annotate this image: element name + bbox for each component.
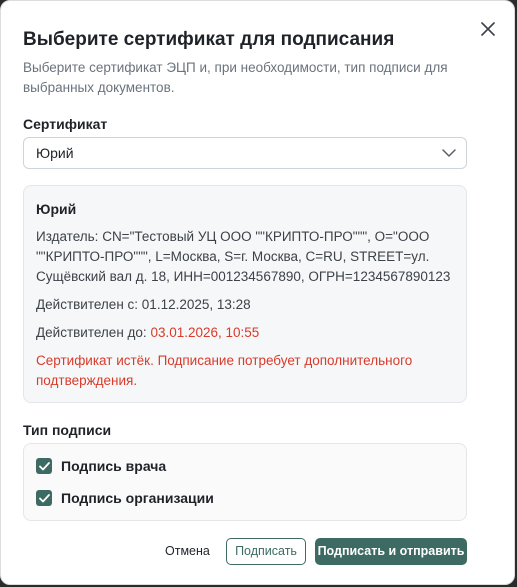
valid-to-label: Действителен до: [36,325,147,340]
certificate-select[interactable]: Юрий [23,137,467,169]
certificate-label: Сертификат [23,116,108,132]
checkbox-doctor-signature[interactable]: Подпись врача [36,458,166,474]
checkbox-checked-icon [36,458,52,474]
certificate-select-value: Юрий [36,145,74,161]
checkbox-organization-signature[interactable]: Подпись организации [36,490,214,506]
valid-to-value: 03.01.2026, 10:55 [150,325,260,340]
sign-and-send-button[interactable]: Подписать и отправить [315,538,467,565]
signature-type-options: Подпись врача Подпись организации [23,443,467,521]
certificate-valid-to: Действителен до: 03.01.2026, 10:55 [36,323,454,343]
cancel-button[interactable]: Отмена [158,538,217,564]
signature-type-label: Тип подписи [23,422,112,438]
sign-button[interactable]: Подписать [226,538,306,565]
close-button[interactable] [476,17,500,41]
valid-from-label: Действителен с: [36,297,139,312]
close-icon [481,22,495,36]
sign-certificate-dialog: Выберите сертификат для подписания Выбер… [0,0,515,585]
certificate-details-card: Юрий Издатель: CN="Тестовый УЦ ООО ""КРИ… [23,185,467,403]
dialog-title: Выберите сертификат для подписания [23,29,395,50]
certificate-issuer: Издатель: CN="Тестовый УЦ ООО ""КРИПТО-П… [36,229,451,284]
checkbox-checked-icon [36,490,52,506]
dialog-subtitle: Выберите сертификат ЭЦП и, при необходим… [23,60,448,95]
certificate-owner-name: Юрий [36,201,77,217]
chevron-down-icon [442,149,456,157]
certificate-expired-warning: Сертификат истёк. Подписание потребует д… [36,353,413,388]
certificate-valid-from: Действителен с: 01.12.2025, 13:28 [36,295,454,315]
checkbox-label: Подпись организации [61,490,214,506]
valid-from-value: 01.12.2025, 13:28 [141,297,251,312]
checkbox-label: Подпись врача [61,458,167,474]
